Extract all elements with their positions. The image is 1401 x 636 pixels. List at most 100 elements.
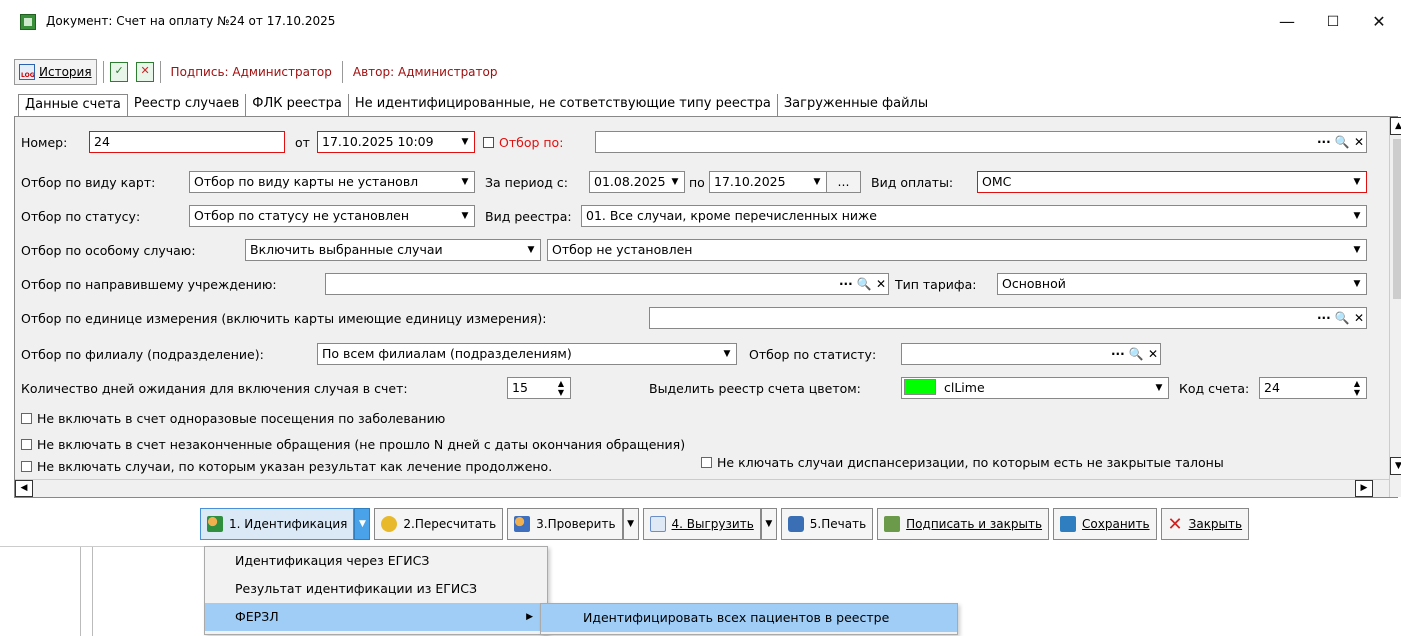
history-button[interactable]: LOG История (14, 59, 97, 85)
sign-doc-icon[interactable]: ✓ (109, 62, 128, 82)
lookup-actions[interactable]: ··· 🔍 ✕ (1317, 132, 1364, 152)
special-case-select[interactable]: Включить выбранные случаи ▼ (245, 239, 541, 261)
chevron-down-icon[interactable]: ▼ (522, 240, 540, 260)
submenu-arrow-icon: ▶ (526, 612, 533, 622)
invoice-code-spinner[interactable]: 24 ▲ ▼ (1259, 377, 1367, 399)
scroll-down-icon[interactable]: ▼ (1390, 457, 1401, 475)
maximize-button[interactable]: ☐ (1318, 10, 1348, 34)
menu-item-egisz-result[interactable]: Результат идентификации из ЕГИСЗ (205, 575, 547, 603)
invoice-form-panel: Номер: 24 от 17.10.2025 10:09 ▼ Отбор по:… (14, 116, 1401, 498)
tab-unidentified[interactable]: Не идентифицированные, не сответствующие… (349, 94, 778, 116)
save-button[interactable]: Сохранить (1053, 508, 1157, 540)
export-button[interactable]: 4. Выгрузить (642, 508, 761, 540)
chevron-down-icon[interactable]: ▼ (808, 172, 826, 192)
menu-item-identify-all[interactable]: Идентифицировать всех пациентов в реестр… (541, 604, 957, 632)
chevron-down-icon[interactable]: ▼ (456, 206, 474, 226)
export-dropdown-toggle[interactable]: ▼ (760, 508, 777, 540)
number-input[interactable]: 24 (89, 131, 285, 153)
card-type-select[interactable]: Отбор по виду карты не установл ▼ (189, 171, 475, 193)
spinner-arrows-icon[interactable]: ▲ ▼ (552, 378, 570, 398)
status-select[interactable]: Отбор по статусу не установлен ▼ (189, 205, 475, 227)
lookup-actions[interactable]: ··· 🔍 ✕ (1317, 308, 1364, 328)
branch-select[interactable]: По всем филиалам (подразделениям) ▼ (317, 343, 737, 365)
chevron-down-icon[interactable]: ▼ (1348, 206, 1366, 226)
lookup-actions[interactable]: ··· 🔍 ✕ (839, 274, 886, 294)
checkbox-continued-treatment[interactable]: Не включать случаи, по которым указан ре… (21, 459, 552, 474)
print-button[interactable]: 5.Печать (780, 508, 874, 540)
signature-label: Подпись: Администратор (170, 65, 332, 79)
chevron-down-icon[interactable]: ▼ (1348, 172, 1366, 192)
close-window-button[interactable]: ✕ (1364, 10, 1394, 34)
tariff-select[interactable]: Основной ▼ (997, 273, 1367, 295)
lookup-actions[interactable]: ··· 🔍 ✕ (1111, 344, 1158, 364)
check-dropdown-toggle[interactable]: ▼ (622, 508, 639, 540)
chevron-down-icon: ▼ (358, 519, 366, 529)
special-case-filter-select[interactable]: Отбор не установлен ▼ (547, 239, 1367, 261)
minimize-button[interactable]: — (1272, 10, 1302, 34)
scroll-up-icon[interactable]: ▲ (1390, 117, 1401, 135)
date-picker[interactable]: 17.10.2025 10:09 ▼ (317, 131, 475, 153)
referring-input[interactable]: ··· 🔍 ✕ (325, 273, 889, 295)
identify-button[interactable]: 1. Идентификация (200, 508, 355, 540)
color-select[interactable]: clLime ▼ (901, 377, 1169, 399)
statist-input[interactable]: ··· 🔍 ✕ (901, 343, 1161, 365)
payment-type-select[interactable]: ОМС ▼ (977, 171, 1367, 193)
period-from-picker[interactable]: 01.08.2025 ▼ (589, 171, 685, 193)
registry-type-select[interactable]: 01. Все случаи, кроме перечисленных ниже… (581, 205, 1367, 227)
check-button[interactable]: 3.Проверить (507, 508, 623, 540)
tab-flk-registry[interactable]: ФЛК реестра (246, 94, 349, 116)
tab-invoice-data[interactable]: Данные счета (18, 94, 128, 116)
scroll-left-icon[interactable]: ◀ (15, 480, 33, 497)
recalc-button[interactable]: 2.Пересчитать (374, 508, 504, 540)
chevron-down-icon[interactable]: ▼ (718, 344, 736, 364)
checkbox-dispensary-open[interactable]: Не ключать случаи диспансеризации, по ко… (701, 455, 1224, 470)
special-case-label: Отбор по особому случаю: (21, 243, 196, 258)
horizontal-scrollbar[interactable]: ◀ ▶ (15, 479, 1389, 497)
tab-loaded-files[interactable]: Загруженные файлы (778, 94, 934, 116)
unit-input[interactable]: ··· 🔍 ✕ (649, 307, 1367, 329)
chevron-down-icon: ▼ (765, 519, 773, 529)
checkbox-one-time-visits[interactable]: Не включать в счет одноразовые посещения… (21, 411, 445, 426)
chevron-down-icon[interactable]: ▼ (456, 172, 474, 192)
spinner-arrows-icon[interactable]: ▲ ▼ (1348, 378, 1366, 398)
branch-label: Отбор по филиалу (подразделение): (21, 347, 264, 362)
ferzl-submenu: Идентифицировать всех пациентов в реестр… (540, 603, 958, 635)
date-value: 17.10.2025 10:09 (322, 134, 434, 149)
app-icon (20, 14, 36, 30)
toolbar: LOG История ✓ ✕ Подпись: Администратор А… (14, 58, 502, 86)
wait-days-label: Количество дней ожидания для включения с… (21, 381, 408, 396)
filter-by-input[interactable]: ··· 🔍 ✕ (595, 131, 1367, 153)
log-icon: LOG (19, 64, 35, 80)
chevron-down-icon[interactable]: ▼ (666, 172, 684, 192)
document-export-icon (649, 516, 666, 532)
tab-cases-registry[interactable]: Реестр случаев (128, 94, 247, 116)
toolbar-divider (102, 61, 104, 83)
chevron-down-icon[interactable]: ▼ (456, 132, 474, 152)
chevron-down-icon[interactable]: ▼ (1348, 274, 1366, 294)
sign-close-button[interactable]: Подписать и закрыть (877, 508, 1050, 540)
tab-strip: Данные счета Реестр случаев ФЛК реестра … (18, 94, 934, 116)
referring-label: Отбор по направившему учреждению: (21, 277, 277, 292)
toolbar-divider (159, 61, 161, 83)
status-label: Отбор по статусу: (21, 209, 141, 224)
grid-line (80, 547, 81, 636)
number-label: Номер: (21, 135, 68, 150)
chevron-down-icon[interactable]: ▼ (1348, 240, 1366, 260)
menu-item-egisz-identify[interactable]: Идентификация через ЕГИСЗ (205, 547, 547, 575)
checkbox-unfinished-appeals[interactable]: Не включать в счет незаконченные обращен… (21, 437, 685, 452)
menu-item-ferzl[interactable]: ФЕРЗЛ ▶ (205, 603, 547, 631)
filter-by-checkbox[interactable]: Отбор по: (483, 135, 563, 150)
period-ellipsis-button[interactable]: ... (826, 172, 860, 192)
identify-dropdown-toggle[interactable]: ▼ (354, 508, 371, 540)
unsign-doc-icon[interactable]: ✕ (135, 62, 154, 82)
vertical-scrollbar[interactable]: ▲ ▼ (1389, 117, 1401, 497)
close-button[interactable]: ✕ Закрыть (1160, 508, 1250, 540)
wait-days-spinner[interactable]: 15 ▲ ▼ (507, 377, 571, 399)
scroll-thumb[interactable] (1393, 139, 1401, 299)
tariff-label: Тип тарифа: (895, 277, 977, 292)
chevron-down-icon[interactable]: ▼ (1150, 378, 1168, 398)
period-to-picker[interactable]: 17.10.2025... ▼ (709, 171, 861, 193)
toolbar-divider (341, 61, 343, 83)
registry-type-label: Вид реестра: (485, 209, 572, 224)
scroll-right-icon[interactable]: ▶ (1355, 480, 1373, 497)
